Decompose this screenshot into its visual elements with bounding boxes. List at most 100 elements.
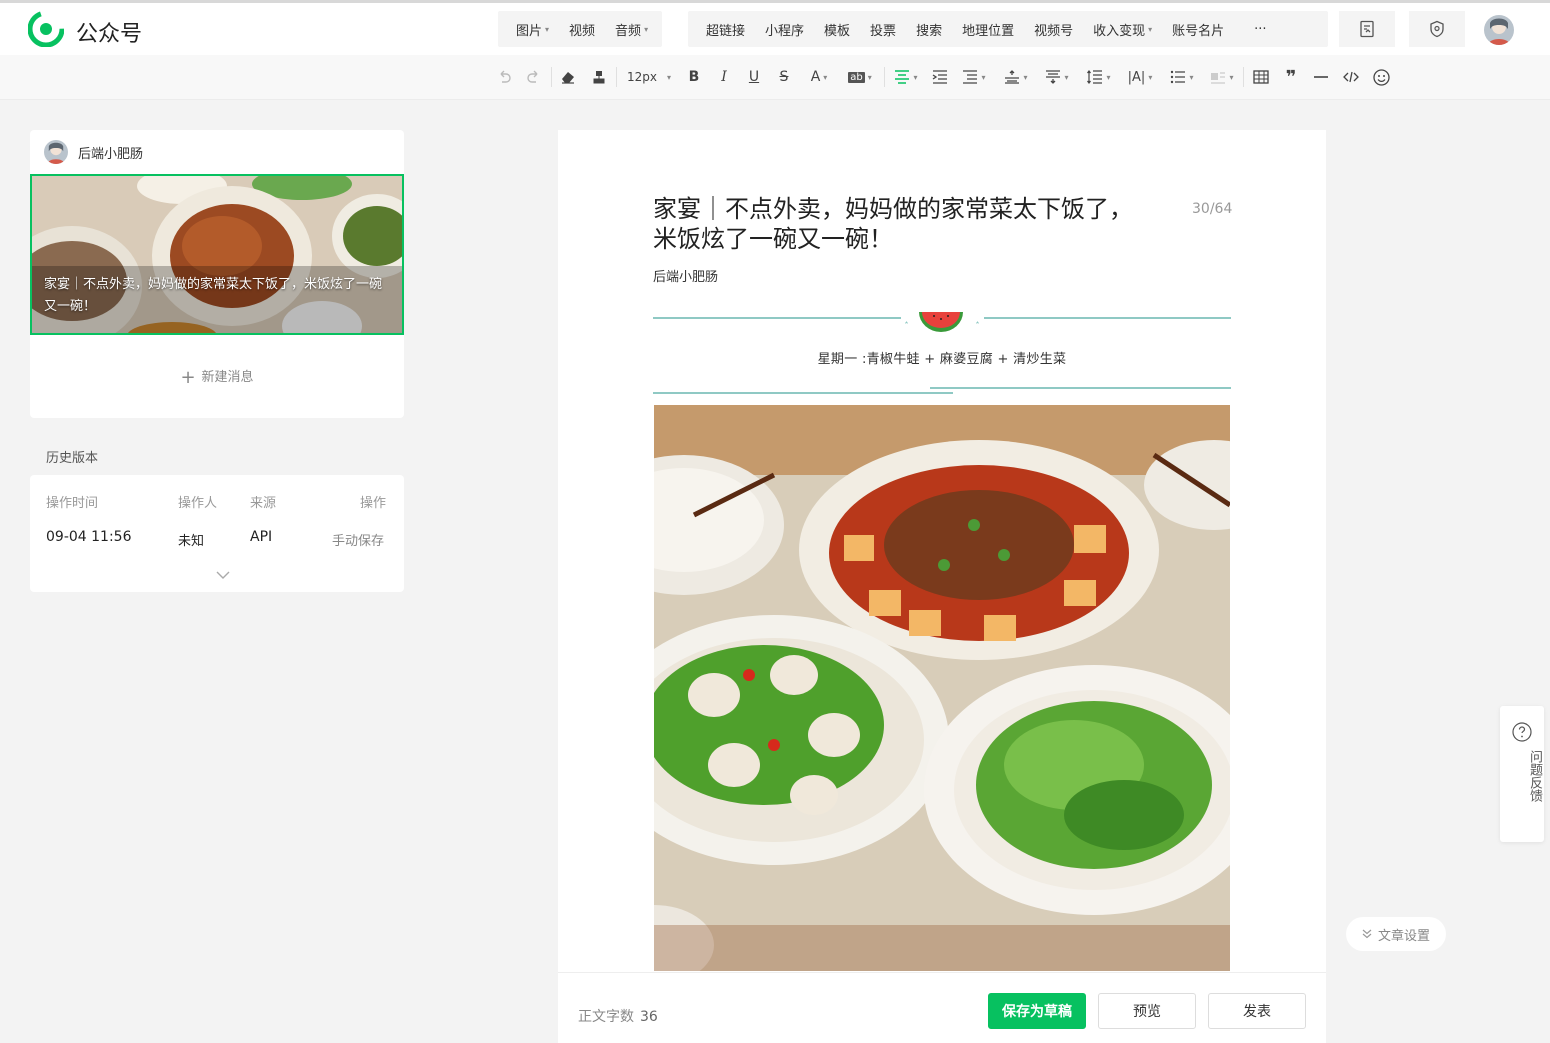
list-select[interactable]: ▾ xyxy=(1168,67,1196,87)
save-draft-button[interactable]: 保存为草稿 xyxy=(988,993,1086,1029)
highlight-select[interactable]: ab ▾ xyxy=(844,67,876,87)
feedback-label: 问题反馈 xyxy=(1527,750,1542,802)
brand-title: 公众号 xyxy=(76,22,143,47)
font-size-value: 12px xyxy=(626,70,657,84)
format-painter-button[interactable] xyxy=(589,67,609,87)
italic-button[interactable]: I xyxy=(714,67,734,87)
code-icon xyxy=(1343,71,1359,83)
float-select[interactable]: ▾ xyxy=(1208,67,1236,87)
feature-insert-2[interactable]: 模板 xyxy=(814,20,860,39)
clear-format-button[interactable] xyxy=(558,67,578,87)
history-manual-save-link[interactable]: 手动保存 xyxy=(332,530,384,549)
history-cell-operator: 未知 xyxy=(178,534,205,549)
dropdown-caret-icon: ▾ xyxy=(545,24,550,34)
feature-insert-label: 模板 xyxy=(824,23,851,39)
media-insert-2[interactable]: 音频 ▾ xyxy=(605,20,658,39)
font-size-select[interactable]: 12px ▾ xyxy=(624,67,674,87)
feature-insert-label: 小程序 xyxy=(765,23,805,39)
indent-icon xyxy=(932,70,947,84)
spacing-after-icon xyxy=(1046,70,1061,84)
paragraph-spacing-select[interactable]: ▾ xyxy=(960,67,988,87)
mobile-preview-button[interactable] xyxy=(1339,11,1395,47)
strikethrough-button[interactable]: S xyxy=(774,67,794,87)
account-name: 后端小肥肠 xyxy=(78,146,144,162)
title-char-count: 30/64 xyxy=(1192,201,1233,217)
undo-button[interactable] xyxy=(494,67,514,87)
code-button[interactable] xyxy=(1341,67,1361,87)
account-avatar xyxy=(44,140,68,164)
user-avatar[interactable] xyxy=(1484,15,1514,45)
feedback-widget[interactable]: 问题反馈 xyxy=(1500,706,1544,842)
media-insert-group: 图片 ▾ 视频 音频 ▾ xyxy=(498,11,662,47)
line-spacing-after-select[interactable]: ▾ xyxy=(1043,67,1071,87)
new-message-button[interactable]: + 新建消息 xyxy=(30,366,404,388)
emoji-icon xyxy=(1372,68,1390,86)
history-header-source: 来源 xyxy=(250,496,277,511)
feature-insert-7[interactable]: 收入变现 ▾ xyxy=(1083,20,1162,39)
media-insert-0[interactable]: 图片 ▾ xyxy=(506,20,559,39)
quote-button[interactable]: ❞ xyxy=(1281,66,1301,88)
float-icon xyxy=(1211,72,1226,84)
indent-button[interactable] xyxy=(930,67,950,87)
article-settings-label: 文章设置 xyxy=(1377,928,1430,944)
feature-insert-1[interactable]: 小程序 xyxy=(755,20,814,39)
feature-insert-6[interactable]: 视频号 xyxy=(1024,20,1083,39)
feature-insert-0[interactable]: 超链接 xyxy=(696,20,755,39)
format-painter-icon xyxy=(593,71,605,84)
chevron-down-icon[interactable] xyxy=(216,571,230,580)
top-bar: 公众号 图片 ▾ 视频 音频 ▾ 超链接 小程序 模板 投票 搜索 地理位置 视频号 收入变现 ▾ 账号名… xyxy=(0,0,1550,55)
article-title-input[interactable]: 家宴｜不点外卖，妈妈做的家常菜太下饭了，米饭炫了一碗又一碗！ xyxy=(653,194,1143,254)
eraser-icon xyxy=(562,72,574,84)
plus-icon: + xyxy=(180,367,196,388)
table-button[interactable] xyxy=(1251,67,1271,87)
cover-title: 家宴｜不点外卖，妈妈做的家常菜太下饭了，米饭炫了一碗又一碗！ xyxy=(44,277,383,314)
feature-insert-label: 超链接 xyxy=(706,23,746,39)
letter-spacing-select[interactable]: |A| ▾ xyxy=(1126,67,1154,87)
underline-button[interactable]: U xyxy=(744,67,764,87)
letter-spacing-icon: |A| xyxy=(1127,69,1146,85)
media-insert-1[interactable]: 视频 xyxy=(559,20,605,39)
divider-button[interactable] xyxy=(1311,67,1331,87)
editor-footer: 正文字数 36 保存为草稿 预览 发表 xyxy=(558,972,1326,1043)
feature-insert-8[interactable]: 账号名片 xyxy=(1162,20,1234,39)
feature-insert-5[interactable]: 地理位置 xyxy=(952,20,1024,39)
document-edit-icon xyxy=(1360,20,1374,38)
article-settings-button[interactable]: 文章设置 xyxy=(1346,917,1446,951)
article-list-card: 后端小肥肠 家宴｜不点外卖，妈妈做的家常菜太下饭了，米饭炫了一碗又一碗！ + 新建… xyxy=(30,130,404,418)
paragraph-spacing-icon xyxy=(963,70,978,84)
redo-button[interactable] xyxy=(524,67,544,87)
history-header-time: 操作时间 xyxy=(46,496,99,511)
word-count-value: 36 xyxy=(640,1009,658,1025)
more-button[interactable]: ··· xyxy=(1244,22,1276,37)
feature-insert-group: 超链接 小程序 模板 投票 搜索 地理位置 视频号 收入变现 ▾ 账号名片 ··· xyxy=(688,11,1328,47)
feature-insert-4[interactable]: 搜索 xyxy=(906,20,952,39)
feature-insert-3[interactable]: 投票 xyxy=(860,20,906,39)
security-button[interactable] xyxy=(1409,11,1465,47)
article-food-photo[interactable] xyxy=(654,405,1230,971)
spacing-before-icon xyxy=(1005,70,1020,84)
media-insert-label: 视频 xyxy=(569,23,596,39)
quote-icon: ❞ xyxy=(1285,66,1297,88)
bold-button[interactable]: B xyxy=(684,67,704,87)
feature-insert-label: 视频号 xyxy=(1034,23,1074,39)
feature-insert-label: 账号名片 xyxy=(1172,23,1225,39)
dropdown-caret-icon: ▾ xyxy=(644,24,649,34)
preview-button[interactable]: 预览 xyxy=(1098,993,1196,1029)
emoji-button[interactable] xyxy=(1371,67,1391,87)
line-spacing-before-select[interactable]: ▾ xyxy=(1002,67,1030,87)
line-height-select[interactable]: ▾ xyxy=(1085,67,1113,87)
font-color-select[interactable]: A ▾ xyxy=(805,67,833,87)
align-select[interactable]: ▾ xyxy=(892,67,920,87)
history-card: 操作时间 操作人 来源 操作 09-04 11:56 未知 API 手动保存 xyxy=(30,475,404,592)
day-menu-heading[interactable]: 星期一 :青椒牛蛙 + 麻婆豆腐 + 清炒生菜 xyxy=(653,348,1231,367)
article-cover-card[interactable]: 家宴｜不点外卖，妈妈做的家常菜太下饭了，米饭炫了一碗又一碗！ xyxy=(30,174,404,335)
word-count: 正文字数 36 xyxy=(578,1006,658,1026)
feature-insert-label: 搜索 xyxy=(916,23,943,39)
article-author-input[interactable]: 后端小肥肠 xyxy=(653,266,718,285)
wechat-official-logo-icon xyxy=(28,11,64,47)
publish-button[interactable]: 发表 xyxy=(1208,993,1306,1029)
horizontal-rule-icon xyxy=(1314,76,1328,78)
question-icon xyxy=(1512,722,1532,742)
shield-icon xyxy=(1430,20,1444,38)
media-insert-label: 图片 xyxy=(516,23,543,39)
